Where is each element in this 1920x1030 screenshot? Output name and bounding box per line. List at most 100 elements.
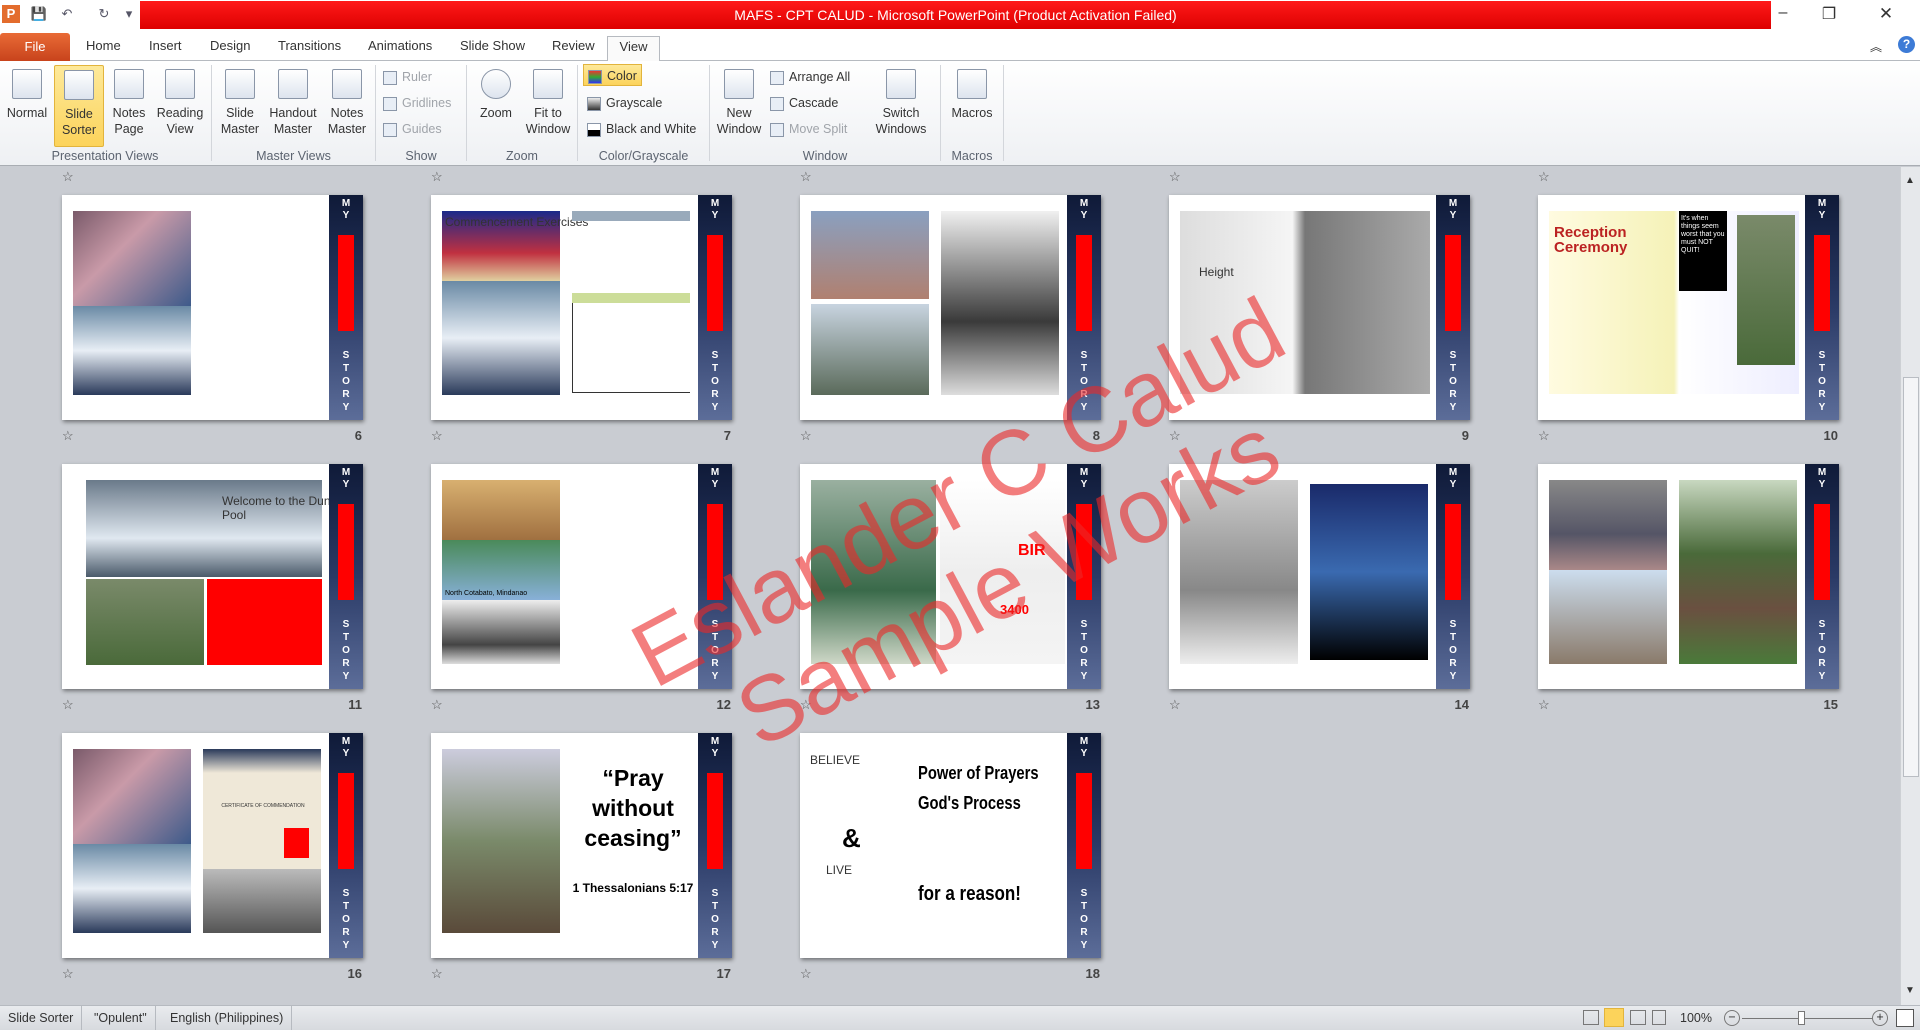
minimize-button[interactable]: – bbox=[1768, 4, 1798, 22]
my-story-sidebar: MY STORY bbox=[329, 464, 363, 689]
sidebar-red-bar bbox=[338, 773, 354, 869]
my-story-sidebar: MY STORY bbox=[329, 733, 363, 958]
slide-show-status-icon[interactable] bbox=[1652, 1010, 1666, 1025]
notes-page-button[interactable]: Notes Page bbox=[107, 65, 151, 147]
group-separator bbox=[466, 65, 467, 161]
slide-thumbnail[interactable]: BELIEVE & LIVE Power of Prayers God's Proces… bbox=[800, 733, 1101, 958]
gridlines-checkbox[interactable]: Gridlines bbox=[383, 92, 451, 114]
slide-number: 7 bbox=[723, 428, 731, 443]
tab-insert[interactable]: Insert bbox=[143, 36, 188, 61]
customize-qat-icon[interactable]: ▾ bbox=[120, 5, 138, 23]
slide-photo bbox=[1549, 570, 1667, 664]
powerpoint-app-icon[interactable]: P bbox=[2, 5, 20, 23]
slide-thumbnail[interactable]: MY STORY bbox=[62, 195, 363, 420]
slide-thumbnail[interactable]: BIR 3400 MY STORY bbox=[800, 464, 1101, 689]
slide-number: 17 bbox=[716, 966, 731, 981]
slide-master-button[interactable]: Slide Master bbox=[216, 65, 264, 147]
undo-icon[interactable]: ↶ bbox=[58, 5, 76, 23]
slide-sorter-status-icon[interactable] bbox=[1604, 1008, 1624, 1027]
sidebar-red-bar bbox=[1445, 504, 1461, 600]
switch-windows-button[interactable]: Switch Windows bbox=[868, 65, 934, 147]
slide-thumbnail[interactable]: North Cotabato, Mindanao MY STORY bbox=[431, 464, 732, 689]
slide-transition-icon: ☆ bbox=[62, 697, 74, 712]
close-button[interactable]: ✕ bbox=[1871, 4, 1901, 24]
switch-windows-icon bbox=[886, 69, 916, 99]
normal-view-button[interactable]: Normal bbox=[3, 65, 51, 147]
slide-sorter-button[interactable]: Slide Sorter bbox=[54, 65, 104, 147]
tab-review[interactable]: Review bbox=[546, 36, 601, 61]
red-block bbox=[207, 579, 322, 665]
tab-design[interactable]: Design bbox=[204, 36, 256, 61]
handout-master-button[interactable]: Handout Master bbox=[266, 65, 320, 147]
slide-thumbnail[interactable]: MY STORY bbox=[800, 195, 1101, 420]
slide-thumbnail[interactable]: Reception Ceremony It's when things seem … bbox=[1538, 195, 1839, 420]
slide-thumbnail[interactable]: MY STORY bbox=[1169, 464, 1470, 689]
new-window-button[interactable]: New Window bbox=[713, 65, 765, 147]
sidebar-red-bar bbox=[1814, 235, 1830, 331]
ruler-checkbox[interactable]: Ruler bbox=[383, 66, 432, 88]
sidebar-story: STORY bbox=[711, 619, 719, 682]
color-button[interactable]: Color bbox=[583, 64, 642, 86]
reading-view-button[interactable]: Reading View bbox=[153, 65, 207, 147]
slide-thumbnail[interactable]: “Pray without ceasing” 1 Thessalonians 5:… bbox=[431, 733, 732, 958]
slide-transition-icon: ☆ bbox=[431, 966, 443, 981]
macros-button[interactable]: Macros bbox=[944, 65, 1000, 147]
zoom-slider-thumb[interactable] bbox=[1797, 1011, 1805, 1025]
slide-thumbnail[interactable]: MY STORY bbox=[1538, 464, 1839, 689]
slide-number: 11 bbox=[348, 697, 362, 712]
sidebar-story: STORY bbox=[342, 350, 350, 413]
tab-home[interactable]: Home bbox=[80, 36, 127, 61]
notes-master-button[interactable]: Notes Master bbox=[322, 65, 372, 147]
black-and-white-button[interactable]: Black and White bbox=[587, 118, 696, 140]
save-icon[interactable]: 💾 bbox=[30, 5, 48, 23]
cascade-button[interactable]: Cascade bbox=[770, 92, 838, 114]
fit-slide-icon[interactable] bbox=[1896, 1009, 1914, 1027]
slide-transition-icon: ☆ bbox=[1538, 169, 1550, 184]
redo-icon[interactable]: ↻ bbox=[95, 5, 113, 23]
tab-file[interactable]: File bbox=[0, 33, 70, 61]
arrange-all-button[interactable]: Arrange All bbox=[770, 66, 850, 88]
slide-photo bbox=[203, 869, 321, 933]
tab-transitions[interactable]: Transitions bbox=[272, 36, 347, 61]
zoom-button[interactable]: Zoom bbox=[472, 65, 520, 147]
group-label-show: Show bbox=[405, 149, 437, 163]
sidebar-story: STORY bbox=[1818, 619, 1826, 682]
minimize-ribbon-icon[interactable]: ︽ bbox=[1870, 38, 1882, 55]
reading-view-status-icon[interactable] bbox=[1630, 1010, 1646, 1025]
scroll-down-icon[interactable]: ▼ bbox=[1905, 985, 1915, 996]
grayscale-icon bbox=[587, 96, 601, 111]
slide-photo bbox=[73, 306, 191, 395]
vertical-scrollbar[interactable]: ▲ ▼ bbox=[1900, 167, 1920, 1005]
slide-ampersand: & bbox=[842, 823, 861, 853]
status-language[interactable]: English (Philippines) bbox=[162, 1006, 293, 1030]
scrollbar-thumb[interactable] bbox=[1903, 377, 1919, 777]
zoom-in-icon[interactable]: + bbox=[1872, 1010, 1888, 1026]
move-split-button[interactable]: Move Split bbox=[770, 118, 847, 140]
slide-thumbnail[interactable]: Welcome to the Dunking Pool MYSTORY bbox=[62, 464, 363, 689]
help-icon[interactable]: ? bbox=[1898, 36, 1915, 53]
status-theme[interactable]: "Opulent" bbox=[86, 1006, 156, 1030]
my-story-sidebar: MY STORY bbox=[329, 195, 363, 420]
slide-photo bbox=[1180, 480, 1298, 664]
scroll-up-icon[interactable]: ▲ bbox=[1905, 175, 1915, 186]
slide-photo bbox=[1737, 215, 1795, 365]
tab-view[interactable]: View bbox=[607, 36, 660, 62]
zoom-level[interactable]: 100% bbox=[1680, 1006, 1712, 1030]
fit-to-window-button[interactable]: Fit to Window bbox=[522, 65, 574, 147]
guides-checkbox[interactable]: Guides bbox=[383, 118, 442, 140]
normal-view-status-icon[interactable] bbox=[1583, 1010, 1599, 1025]
sidebar-red-bar bbox=[707, 235, 723, 331]
tab-animations[interactable]: Animations bbox=[362, 36, 438, 61]
slide-thumbnail[interactable]: Height MY STORY bbox=[1169, 195, 1470, 420]
sidebar-story: STORY bbox=[1080, 350, 1088, 413]
slide-thumbnail[interactable]: Commencement Exercises MY STORY bbox=[431, 195, 732, 420]
zoom-out-icon[interactable]: − bbox=[1724, 1010, 1740, 1026]
tab-slide-show[interactable]: Slide Show bbox=[454, 36, 531, 61]
slide-number: 8 bbox=[1092, 428, 1100, 443]
slide-thumbnail[interactable]: CERTIFICATE OF COMMENDATION MY STORY bbox=[62, 733, 363, 958]
group-label-zoom: Zoom bbox=[506, 149, 538, 163]
zoom-slider[interactable] bbox=[1742, 1018, 1872, 1019]
my-story-sidebar: MY STORY bbox=[1805, 195, 1839, 420]
restore-button[interactable]: ❐ bbox=[1814, 4, 1844, 24]
grayscale-button[interactable]: Grayscale bbox=[587, 92, 662, 114]
